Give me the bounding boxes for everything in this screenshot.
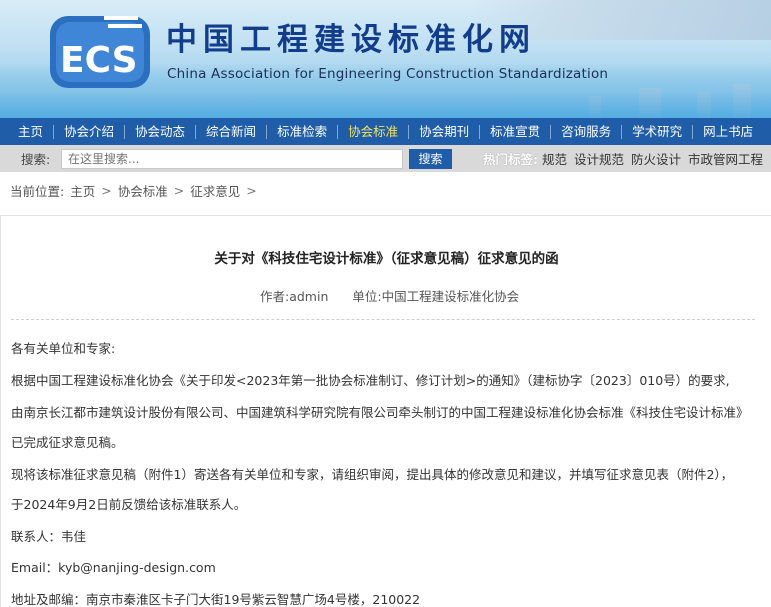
breadcrumb-item-consultation[interactable]: 征求意见 bbox=[190, 181, 240, 200]
breadcrumb: 当前位置: 主页 > 协会标准 > 征求意见 > bbox=[10, 181, 263, 200]
article-paragraph: 由南京长江都市建筑设计股份有限公司、中国建筑科学研究院有限公司牵头制订的中国工程… bbox=[11, 405, 749, 420]
nav-item-home[interactable]: 主页 bbox=[8, 118, 53, 145]
nav-item-association-standards[interactable]: 协会标准 bbox=[338, 118, 408, 145]
article-divider bbox=[11, 319, 755, 320]
article-paragraph: 已完成征求意见稿。 bbox=[11, 435, 124, 450]
header-banner: ECS 中国工程建设标准化网 China Association for Eng… bbox=[0, 0, 771, 118]
search-label: 搜索: bbox=[21, 152, 51, 167]
breadcrumb-item-home[interactable]: 主页 bbox=[70, 181, 95, 200]
breadcrumb-item-standards[interactable]: 协会标准 bbox=[118, 181, 168, 200]
article-paragraph: 各有关单位和专家: bbox=[11, 341, 116, 356]
nav-item-research[interactable]: 学术研究 bbox=[622, 118, 692, 145]
hot-tag-link[interactable]: 规范 bbox=[542, 149, 567, 168]
article-title: 关于对《科技住宅设计标准》（征求意见稿）征求意见的函 bbox=[214, 251, 559, 267]
article-meta: 作者:admin 单位:中国工程建设标准化协会 bbox=[260, 286, 543, 305]
article-panel: 关于对《科技住宅设计标准》（征求意见稿）征求意见的函 作者:admin 单位:中… bbox=[0, 215, 771, 607]
hot-tag-link[interactable]: 设计规范 bbox=[574, 149, 624, 168]
article-unit: 单位:中国工程建设标准化协会 bbox=[352, 289, 520, 304]
article-paragraph: 根据中国工程建设标准化协会《关于印发<2023年第一批协会标准制订、修订计划>的… bbox=[11, 373, 730, 388]
nav-item-journal[interactable]: 协会期刊 bbox=[409, 118, 479, 145]
nav-item-bookstore[interactable]: 网上书店 bbox=[693, 118, 763, 145]
site-title-cn: 中国工程建设标准化网 bbox=[166, 22, 536, 58]
search-bar: 搜索: 搜索 热门标签: 规范 设计规范 防火设计 市政管网工程 bbox=[0, 145, 771, 172]
main-nav: 主页 协会介绍 协会动态 综合新闻 标准检索 协会标准 协会期刊 标准宣贯 咨询… bbox=[0, 118, 771, 145]
article-paragraph: 于2024年9月2日前反馈给该标准联系人。 bbox=[11, 497, 247, 512]
hot-tag-link[interactable]: 市政管网工程 bbox=[688, 149, 763, 168]
contact-email[interactable]: Email：kyb@nanjing-design.com bbox=[11, 557, 216, 576]
article-paragraph: 现将该标准征求意见稿（附件1）寄送各有关单位和专家，请组织审阅，提出具体的修改意… bbox=[11, 467, 734, 482]
breadcrumb-separator: > bbox=[173, 183, 185, 198]
ecs-logo[interactable]: ECS bbox=[46, 8, 158, 94]
nav-item-about[interactable]: 协会介绍 bbox=[54, 118, 124, 145]
contact-person: 联系人：韦佳 bbox=[11, 529, 87, 544]
hot-tags: 热门标签: 规范 设计规范 防火设计 市政管网工程 bbox=[483, 149, 770, 168]
article-author: 作者:admin bbox=[260, 289, 329, 304]
site-title-en: China Association for Engineering Constr… bbox=[167, 66, 609, 82]
nav-item-standard-search[interactable]: 标准检索 bbox=[267, 118, 337, 145]
hot-tag-link[interactable]: 防火设计 bbox=[631, 149, 681, 168]
contact-address: 地址及邮编：南京市秦淮区卡子门大街19号紫云智慧广场4号楼，210022 bbox=[11, 592, 421, 607]
search-button[interactable]: 搜索 bbox=[409, 148, 452, 169]
search-input[interactable] bbox=[61, 148, 403, 169]
nav-item-general-news[interactable]: 综合新闻 bbox=[196, 118, 266, 145]
logo-text: ECS bbox=[60, 40, 138, 81]
nav-item-news[interactable]: 协会动态 bbox=[125, 118, 195, 145]
nav-item-consulting[interactable]: 咨询服务 bbox=[551, 118, 621, 145]
breadcrumb-prefix: 当前位置: bbox=[10, 184, 65, 199]
breadcrumb-separator: > bbox=[246, 183, 257, 198]
hot-tags-label: 热门标签: bbox=[483, 152, 538, 167]
breadcrumb-separator: > bbox=[101, 183, 112, 198]
nav-item-publicity[interactable]: 标准宣贯 bbox=[480, 118, 550, 145]
